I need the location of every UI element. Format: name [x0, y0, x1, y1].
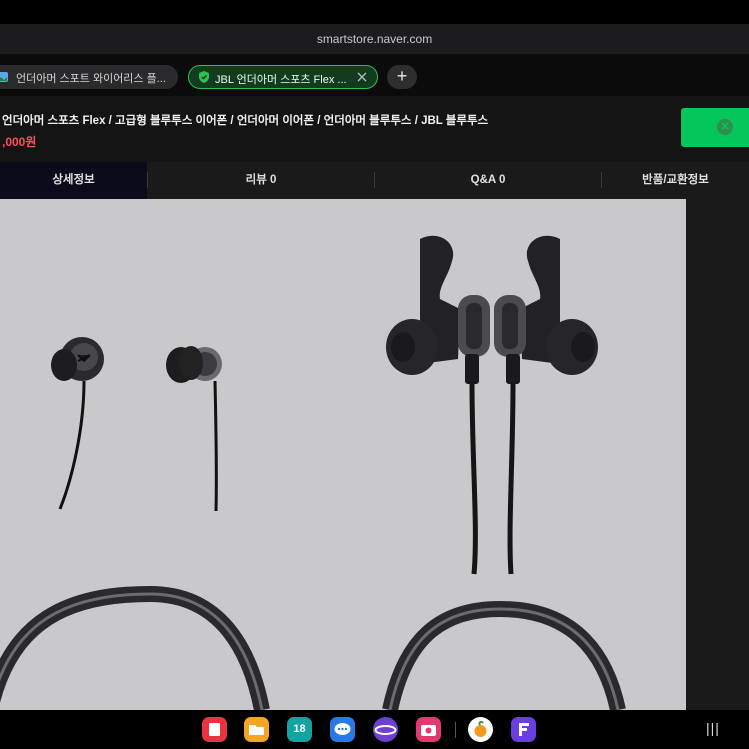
- camera-icon[interactable]: [416, 717, 441, 742]
- large-earbuds: [386, 235, 598, 575]
- product-tab-bar: 상세정보 리뷰 0 Q&A 0 반품/교환정보: [0, 162, 749, 200]
- naver-pay-icon: ✕: [717, 119, 733, 135]
- product-header: 언더아머 스포츠 Flex / 고급형 블루투스 이어폰 / 언더아머 이어폰 …: [0, 96, 749, 162]
- calendar-icon[interactable]: 18: [287, 717, 312, 742]
- neckband-right: [382, 600, 626, 710]
- small-earbuds: [51, 337, 222, 512]
- shield-favicon-icon: [199, 71, 209, 83]
- tab-1-label: 언더아머 스포트 와이어리스 플...: [16, 73, 166, 85]
- tab-detail-info[interactable]: 상세정보: [0, 162, 147, 199]
- url-text: smartstore.naver.com: [316, 32, 433, 46]
- tab-reviews[interactable]: 리뷰 0: [148, 162, 374, 199]
- new-tab-button[interactable]: +: [387, 65, 417, 89]
- files-icon[interactable]: [244, 717, 269, 742]
- dock-divider: [455, 722, 456, 738]
- messages-icon[interactable]: [330, 717, 355, 742]
- tab-qna[interactable]: Q&A 0: [375, 162, 601, 199]
- browser-tab-1[interactable]: 언더아머 스포트 와이어리스 플...: [0, 65, 178, 89]
- flipboard-icon[interactable]: [202, 717, 227, 742]
- side-panel: [686, 199, 749, 710]
- buy-button[interactable]: ✕: [681, 108, 749, 147]
- address-bar[interactable]: smartstore.naver.com: [0, 24, 749, 54]
- product-title: 언더아머 스포츠 Flex / 고급형 블루투스 이어폰 / 언더아머 이어폰 …: [2, 115, 489, 127]
- image-favicon-icon: [0, 72, 8, 82]
- product-detail-image: [0, 199, 686, 710]
- taskbar-dock: 18 |||: [0, 710, 749, 749]
- browser-tab-bar: 언더아머 스포트 와이어리스 플... JBL 언더아머 스포츠 Flex ..…: [0, 54, 749, 96]
- tab-return-exchange[interactable]: 반품/교환정보: [602, 162, 749, 199]
- calendar-day: 18: [293, 723, 306, 735]
- tab-2-label: JBL 언더아머 스포츠 Flex ...: [215, 74, 347, 86]
- recent-apps-button[interactable]: |||: [706, 720, 720, 736]
- fruit-icon[interactable]: [468, 717, 493, 742]
- close-tab-icon[interactable]: [357, 72, 367, 82]
- earphones-photo: [0, 235, 626, 710]
- neckband-left: [0, 585, 270, 710]
- browser-tab-2-active[interactable]: JBL 언더아머 스포츠 Flex ...: [188, 65, 378, 89]
- f-app-icon[interactable]: [511, 717, 536, 742]
- internet-icon[interactable]: [373, 717, 398, 742]
- product-price: ,000원: [2, 135, 37, 149]
